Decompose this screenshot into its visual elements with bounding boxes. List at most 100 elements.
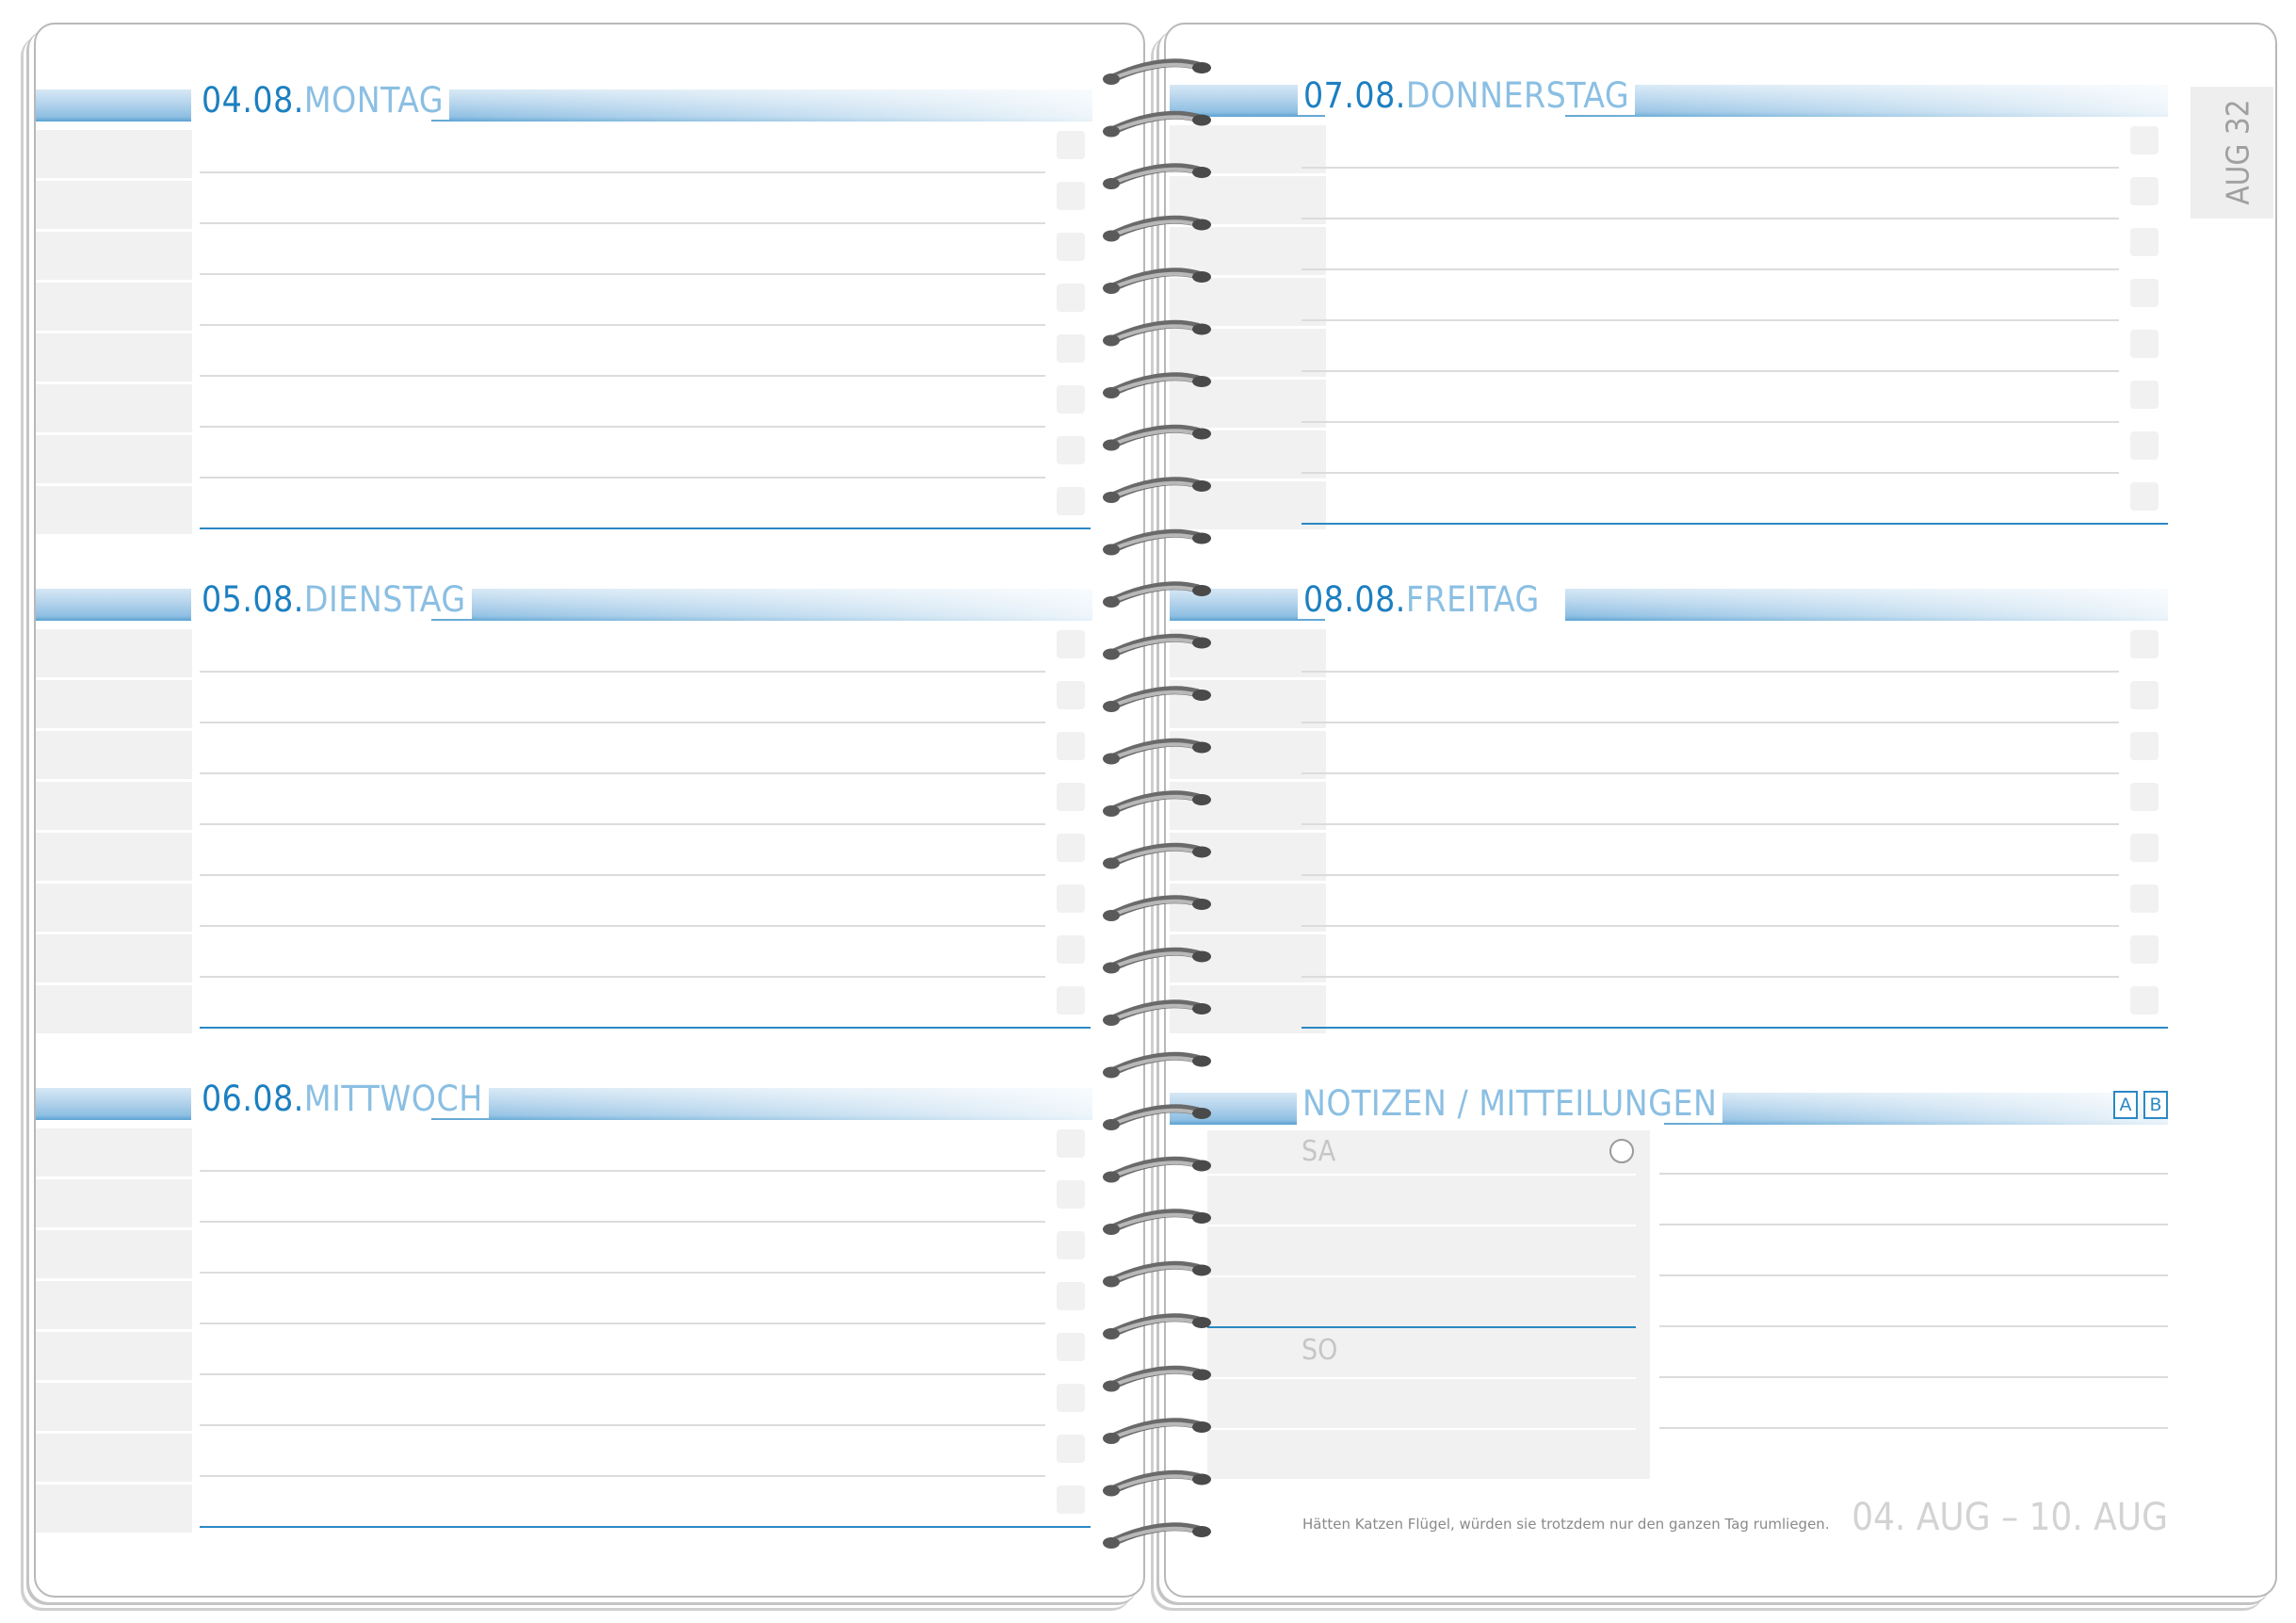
day-end-line[interactable] [200, 527, 1091, 529]
time-slot[interactable] [36, 985, 192, 1033]
task-checkbox[interactable] [1057, 1485, 1085, 1514]
writing-line[interactable] [200, 222, 1045, 224]
writing-line[interactable] [1302, 874, 2119, 876]
task-checkbox[interactable] [2130, 431, 2159, 460]
task-checkbox[interactable] [2130, 935, 2159, 964]
task-checkbox[interactable] [1057, 630, 1085, 658]
task-checkbox[interactable] [1057, 834, 1085, 862]
week-tab[interactable]: AUG 32 [2191, 87, 2273, 219]
time-slot[interactable] [36, 181, 192, 229]
time-slot[interactable] [36, 833, 192, 881]
writing-line[interactable] [1302, 823, 2119, 825]
writing-line[interactable] [200, 722, 1045, 723]
option-a-box[interactable]: A [2113, 1091, 2138, 1119]
time-slot[interactable] [36, 232, 192, 280]
task-checkbox[interactable] [1057, 487, 1085, 515]
writing-line[interactable] [200, 1475, 1045, 1477]
task-checkbox[interactable] [2130, 681, 2159, 709]
time-slot[interactable] [36, 283, 192, 331]
task-checkbox[interactable] [1057, 935, 1085, 964]
task-checkbox[interactable] [1057, 1384, 1085, 1412]
time-slot[interactable] [36, 333, 192, 381]
task-checkbox[interactable] [2130, 885, 2159, 913]
task-checkbox[interactable] [2130, 834, 2159, 862]
time-slot[interactable] [36, 1281, 192, 1329]
day-end-line[interactable] [1302, 1027, 2168, 1029]
time-slot[interactable] [36, 1383, 192, 1431]
writing-line[interactable] [200, 1424, 1045, 1426]
time-slot[interactable] [36, 130, 192, 178]
time-slot[interactable] [36, 1230, 192, 1278]
time-slot[interactable] [36, 884, 192, 932]
time-slot[interactable] [36, 1434, 192, 1482]
writing-line[interactable] [200, 1272, 1045, 1274]
time-slot[interactable] [36, 1485, 192, 1533]
task-checkbox[interactable] [2130, 630, 2159, 658]
notes-line[interactable] [1659, 1274, 2168, 1276]
task-checkbox[interactable] [2130, 330, 2159, 358]
task-checkbox[interactable] [2130, 482, 2159, 511]
notes-line[interactable] [1659, 1173, 2168, 1175]
task-checkbox[interactable] [1057, 233, 1085, 261]
writing-line[interactable] [1302, 421, 2119, 423]
writing-line[interactable] [200, 375, 1045, 377]
task-checkbox[interactable] [1057, 1180, 1085, 1209]
task-checkbox[interactable] [1057, 1333, 1085, 1361]
time-slot[interactable] [36, 486, 192, 534]
writing-line[interactable] [200, 1221, 1045, 1223]
task-checkbox[interactable] [2130, 177, 2159, 205]
writing-line[interactable] [1302, 167, 2119, 169]
notes-line[interactable] [1659, 1325, 2168, 1327]
task-checkbox[interactable] [1057, 1282, 1085, 1310]
writing-line[interactable] [200, 426, 1045, 428]
task-checkbox[interactable] [1057, 182, 1085, 210]
task-checkbox[interactable] [2130, 126, 2159, 154]
notes-line[interactable] [1659, 1224, 2168, 1225]
writing-line[interactable] [200, 1373, 1045, 1375]
writing-line[interactable] [1302, 268, 2119, 270]
writing-line[interactable] [200, 772, 1045, 774]
task-checkbox[interactable] [1057, 436, 1085, 464]
task-checkbox[interactable] [1057, 1231, 1085, 1259]
writing-line[interactable] [1302, 976, 2119, 978]
task-checkbox[interactable] [1057, 1129, 1085, 1158]
time-slot[interactable] [36, 435, 192, 483]
day-end-line[interactable] [200, 1526, 1091, 1528]
weekend-circle[interactable] [1609, 1139, 1634, 1163]
writing-line[interactable] [200, 671, 1045, 673]
writing-line[interactable] [200, 925, 1045, 927]
notes-line[interactable] [1659, 1376, 2168, 1378]
day-end-line[interactable] [200, 1027, 1091, 1029]
task-checkbox[interactable] [1057, 732, 1085, 760]
writing-line[interactable] [1302, 671, 2119, 673]
task-checkbox[interactable] [1057, 681, 1085, 709]
time-slot[interactable] [36, 680, 192, 728]
task-checkbox[interactable] [2130, 986, 2159, 1014]
task-checkbox[interactable] [2130, 783, 2159, 811]
writing-line[interactable] [200, 1323, 1045, 1324]
writing-line[interactable] [1302, 925, 2119, 927]
writing-line[interactable] [1302, 319, 2119, 321]
writing-line[interactable] [200, 273, 1045, 275]
task-checkbox[interactable] [2130, 279, 2159, 307]
task-checkbox[interactable] [1057, 1435, 1085, 1463]
time-slot[interactable] [36, 629, 192, 677]
writing-line[interactable] [1302, 370, 2119, 372]
time-slot[interactable] [36, 384, 192, 432]
writing-line[interactable] [1302, 218, 2119, 219]
task-checkbox[interactable] [1057, 131, 1085, 159]
writing-line[interactable] [1302, 772, 2119, 774]
time-slot[interactable] [36, 1332, 192, 1380]
task-checkbox[interactable] [1057, 986, 1085, 1014]
writing-line[interactable] [1302, 722, 2119, 723]
writing-line[interactable] [200, 477, 1045, 479]
writing-line[interactable] [200, 976, 1045, 978]
task-checkbox[interactable] [1057, 783, 1085, 811]
task-checkbox[interactable] [2130, 732, 2159, 760]
notes-line[interactable] [1659, 1427, 2168, 1429]
task-checkbox[interactable] [2130, 228, 2159, 256]
time-slot[interactable] [36, 1128, 192, 1177]
time-slot[interactable] [36, 934, 192, 982]
writing-line[interactable] [1302, 472, 2119, 474]
task-checkbox[interactable] [2130, 381, 2159, 409]
